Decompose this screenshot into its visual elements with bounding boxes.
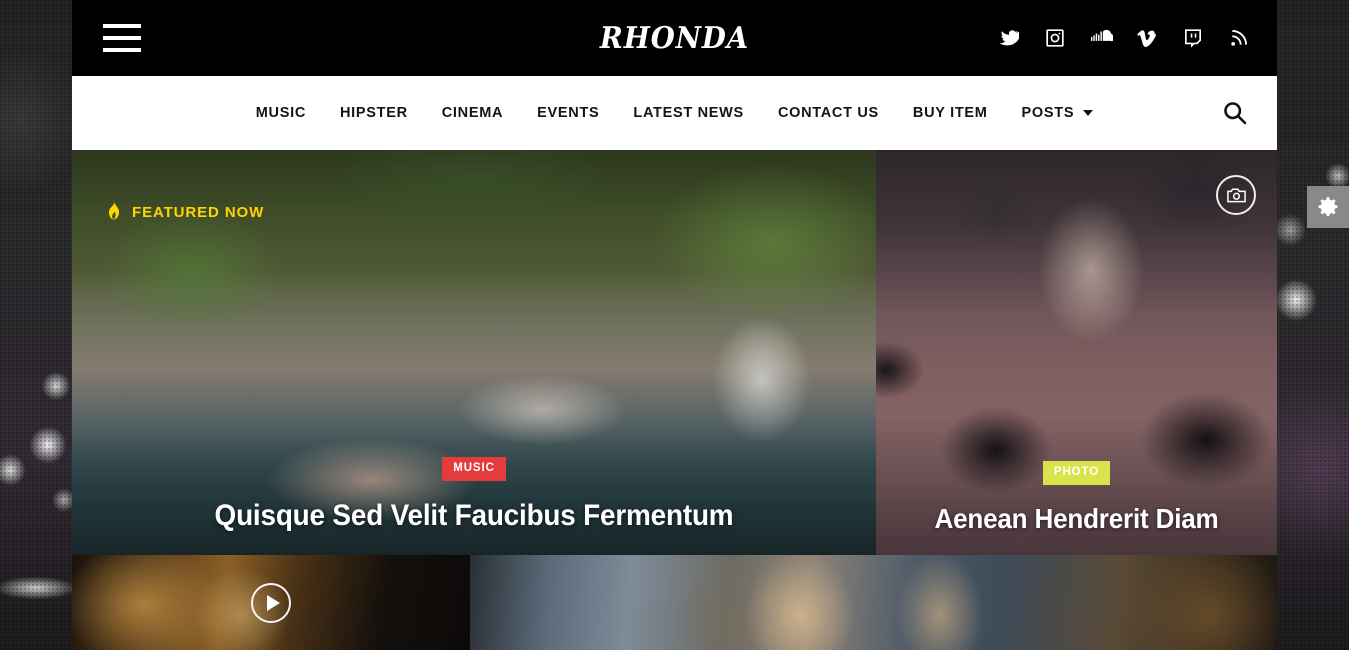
- main-navigation: MUSIC HIPSTER CINEMA EVENTS LATEST NEWS …: [72, 76, 1277, 150]
- card-caption: PHOTO Aenean Hendrerit Diam: [876, 460, 1277, 536]
- nav-item-label: LATEST NEWS: [633, 105, 744, 121]
- card-title[interactable]: Quisque Sed Velit Faucibus Fermentum: [100, 499, 848, 533]
- nav-item-label: CINEMA: [441, 105, 504, 121]
- category-badge-music[interactable]: MUSIC: [442, 456, 506, 481]
- gear-icon[interactable]: [1307, 186, 1349, 228]
- featured-now-badge: FEATURED NOW: [105, 199, 264, 225]
- card-image: [470, 555, 1277, 650]
- nav-item-label: HIPSTER: [340, 105, 408, 121]
- nav-item-latest-news[interactable]: LATEST NEWS: [616, 105, 761, 121]
- featured-now-label: FEATURED NOW: [132, 203, 265, 221]
- nav-item-hipster[interactable]: HIPSTER: [323, 105, 425, 121]
- nav-item-posts[interactable]: POSTS: [1005, 105, 1111, 121]
- nav-item-label: MUSIC: [255, 105, 307, 121]
- nav-items: MUSIC HIPSTER CINEMA EVENTS LATEST NEWS …: [239, 105, 1110, 121]
- rss-icon[interactable]: [1229, 28, 1249, 48]
- camera-icon[interactable]: [1216, 175, 1256, 215]
- nav-item-label: BUY ITEM: [912, 105, 988, 121]
- flame-icon: [105, 199, 122, 225]
- nav-item-label: POSTS: [1021, 105, 1075, 121]
- play-triangle: [266, 594, 280, 611]
- featured-card-right[interactable]: PHOTO Aenean Hendrerit Diam: [876, 150, 1277, 555]
- chevron-down-icon: [1083, 110, 1094, 116]
- featured-card-bottom-left[interactable]: [72, 555, 470, 650]
- instagram-icon[interactable]: [1045, 28, 1065, 48]
- soundcloud-icon[interactable]: [1091, 28, 1113, 48]
- nav-item-label: EVENTS: [537, 105, 600, 121]
- vimeo-icon[interactable]: [1137, 28, 1157, 48]
- nav-item-buy-item[interactable]: BUY ITEM: [896, 105, 1005, 121]
- twitch-icon[interactable]: [1183, 28, 1203, 48]
- category-badge-photo[interactable]: PHOTO: [1042, 460, 1111, 485]
- top-bar: RHONDA: [72, 0, 1277, 76]
- nav-item-music[interactable]: MUSIC: [239, 105, 323, 121]
- nav-item-contact-us[interactable]: CONTACT US: [761, 105, 896, 121]
- social-links: [999, 28, 1249, 48]
- nav-item-cinema[interactable]: CINEMA: [425, 105, 520, 121]
- hero-grid: FEATURED NOW MUSIC Quisque Sed Velit Fau…: [72, 150, 1277, 650]
- nav-item-label: CONTACT US: [777, 105, 879, 121]
- twitter-icon[interactable]: [999, 28, 1019, 48]
- card-caption: MUSIC Quisque Sed Velit Faucibus Ferment…: [72, 456, 876, 534]
- search-icon[interactable]: [1222, 100, 1248, 126]
- nav-item-events[interactable]: EVENTS: [520, 105, 616, 121]
- play-icon[interactable]: [251, 582, 291, 623]
- card-title[interactable]: Aenean Hendrerit Diam: [890, 503, 1263, 535]
- featured-card-bottom-right[interactable]: [470, 555, 1277, 650]
- featured-card-main[interactable]: FEATURED NOW MUSIC Quisque Sed Velit Fau…: [72, 150, 876, 555]
- site-container: RHONDA MUSIC HIPSTER CINEMA EVENTS LATES…: [72, 0, 1277, 650]
